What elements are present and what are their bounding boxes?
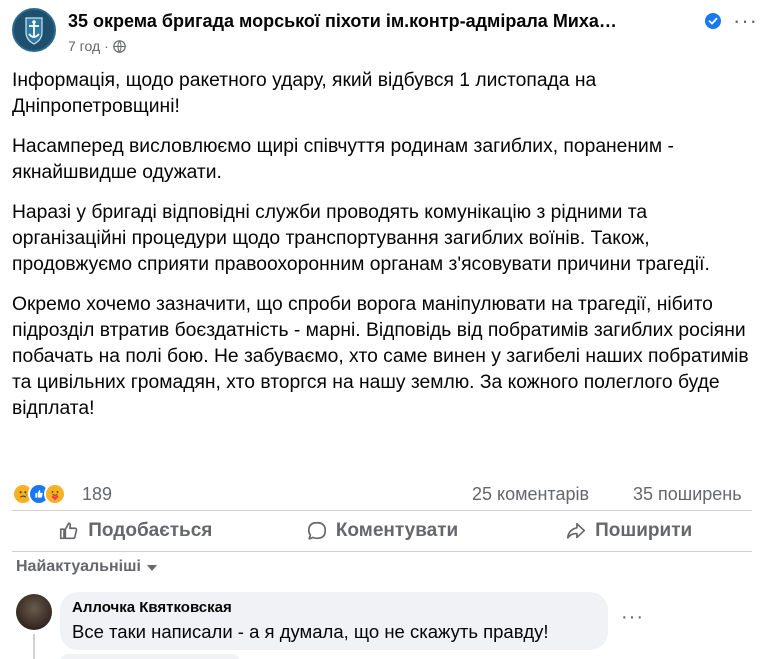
care-icon — [44, 483, 66, 505]
share-icon — [567, 522, 586, 539]
thumbs-up-icon — [60, 522, 78, 540]
brigade-emblem-icon — [14, 10, 54, 50]
shares-count-link[interactable]: 35 поширень — [633, 484, 742, 505]
divider — [12, 551, 752, 552]
comment-bubble: Аллочка Квятковская Все таки написали - … — [60, 592, 608, 650]
comment-label: Коментувати — [335, 520, 459, 541]
post-header: 35 окрема бригада морської піхоти ім.кон… — [12, 8, 757, 60]
post-paragraph: Наразі у бригаді відповідні служби прово… — [12, 202, 710, 275]
page-avatar[interactable] — [12, 8, 56, 52]
like-label: Подобається — [88, 520, 213, 541]
comment-more-options-button[interactable]: ··· — [621, 606, 644, 629]
comment-text: Все таки написали - а я думала, що не ск… — [72, 621, 549, 642]
facebook-post: 35 окрема бригада морської піхоти ім.кон… — [0, 0, 767, 659]
post-paragraph: Окремо хочемо зазначити, що спроби ворог… — [12, 294, 749, 419]
reactions-summary: 189 25 коментарів 35 поширень — [12, 482, 752, 506]
share-label: Поширити — [595, 520, 693, 541]
share-button[interactable]: Поширити — [505, 513, 752, 549]
comment-sort-dropdown[interactable]: Найактуальніші — [16, 558, 157, 576]
post-time-link[interactable]: 7 год — [68, 38, 100, 54]
post-paragraph: Інформація, щодо ракетного удару, який в… — [12, 70, 597, 117]
commenter-name-link[interactable]: Аллочка Квятковская — [72, 599, 596, 616]
comment-icon — [307, 521, 326, 540]
post-more-options-button[interactable]: ··· — [733, 8, 758, 34]
divider — [12, 510, 752, 511]
next-comment-bubble — [60, 654, 240, 659]
comments-count-link[interactable]: 25 коментарів — [472, 484, 589, 505]
post-action-bar: Подобається Коментувати Поширити — [12, 513, 752, 549]
reaction-icons[interactable] — [12, 483, 82, 505]
page-name-link[interactable]: 35 окрема бригада морської піхоти ім.кон… — [68, 11, 617, 32]
reaction-count[interactable]: 189 — [82, 484, 112, 505]
post-body: Інформація, щодо ракетного удару, який в… — [12, 68, 752, 436]
comment-button[interactable]: Коментувати — [259, 513, 506, 549]
post-meta: 7 год · — [68, 38, 126, 54]
verified-badge-icon — [705, 13, 721, 29]
globe-icon — [113, 39, 126, 53]
commenter-avatar[interactable] — [16, 594, 52, 630]
meta-separator: · — [104, 38, 109, 54]
comment-item: Аллочка Квятковская Все таки написали - … — [16, 592, 756, 659]
thread-line — [33, 634, 35, 659]
caret-down-icon — [146, 565, 157, 571]
sort-label: Найактуальніші — [16, 558, 141, 575]
post-paragraph: Насамперед висловлюємо щирі співчуття ро… — [12, 136, 674, 183]
like-button[interactable]: Подобається — [12, 513, 259, 549]
